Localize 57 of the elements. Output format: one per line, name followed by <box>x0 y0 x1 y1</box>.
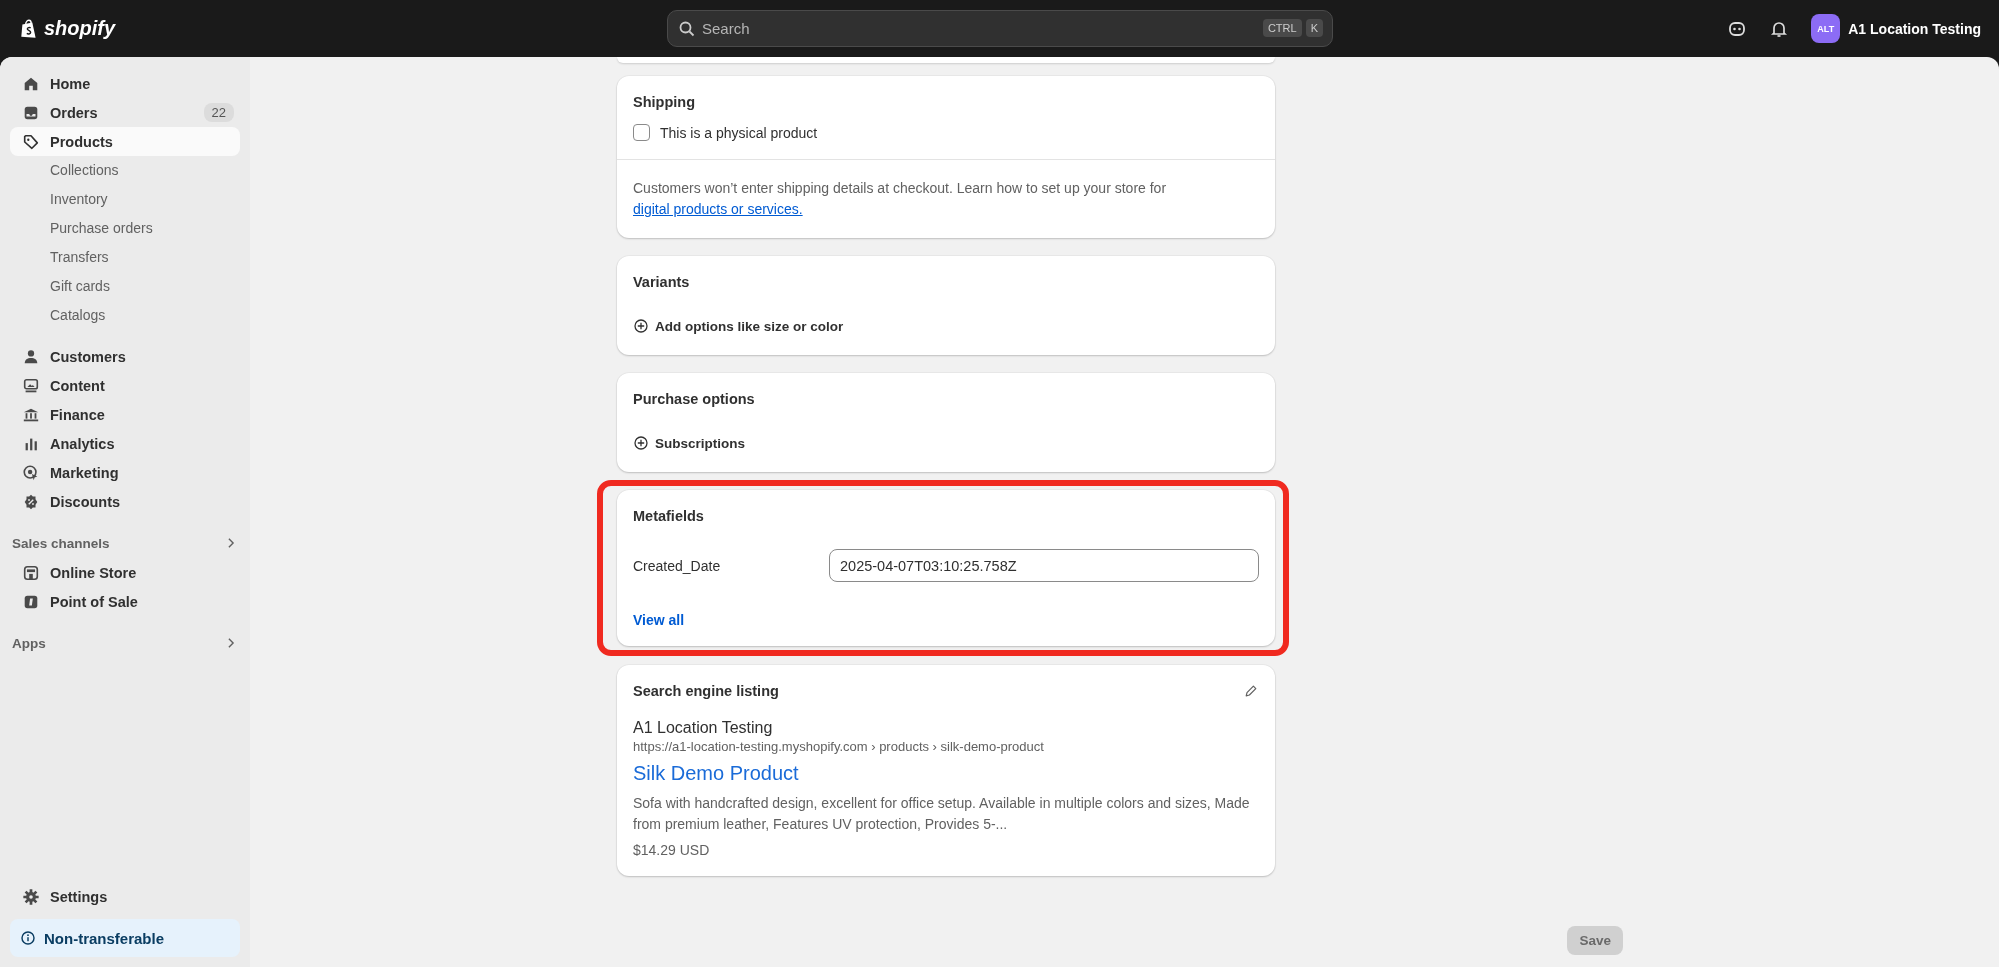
nav-item[interactable]: Customers <box>10 342 240 371</box>
nav-item[interactable]: Home <box>10 69 240 98</box>
nav-item[interactable]: Content <box>10 371 240 400</box>
field-label: Created_Date <box>633 557 722 574</box>
metafield-input[interactable]: 2025-04-07T03:10:25.758Z <box>829 549 1259 582</box>
nav-item[interactable]: Marketing <box>10 458 240 487</box>
nav-item[interactable]: Online Store <box>10 558 240 587</box>
meta-description: Sofa with handcrafted design, excellent for office setup. Available in multiple colors and sizes, Made from premium leather, Features UV protection, Provides 5-... <box>633 794 1251 834</box>
nav-subitem[interactable]: Catalogs <box>10 301 240 330</box>
nav-subitem[interactable]: Inventory <box>10 185 240 214</box>
section-heading[interactable]: Apps <box>12 635 46 651</box>
count-badge: 22 <box>203 103 234 122</box>
nav-item[interactable]: Point of Sale <box>10 587 240 616</box>
checkbox-label[interactable]: This is a physical product <box>660 124 818 141</box>
nav-subitem[interactable]: Transfers <box>10 243 240 272</box>
person-icon <box>22 347 40 366</box>
card-title: Purchase options <box>633 391 756 407</box>
nav-item[interactable]: Discounts <box>10 487 240 516</box>
plus-circle-icon <box>633 435 649 451</box>
add-option-button[interactable]: Subscriptions <box>633 435 745 451</box>
page-url: https://a1-location-testing.myshopify.com › products › silk-demo-product <box>633 739 1045 754</box>
card-title: Shipping <box>633 94 696 110</box>
nav-subitem[interactable]: Gift cards <box>10 272 240 301</box>
settings-icon <box>22 887 40 906</box>
store-icon <box>22 563 40 582</box>
nav-item[interactable]: Orders 22 <box>10 98 240 127</box>
nav-subitem[interactable]: Collections <box>10 156 240 185</box>
info-icon <box>20 930 36 946</box>
checkbox[interactable] <box>633 124 650 141</box>
search-icon <box>677 19 697 39</box>
nav-item[interactable]: Finance <box>10 400 240 429</box>
card-title: Variants <box>633 274 691 290</box>
notice-text: Non-transferable <box>44 929 165 947</box>
discount-icon <box>22 492 40 511</box>
help-link[interactable]: digital products or services. <box>633 201 803 217</box>
product-price: $14.29 USD <box>633 842 711 858</box>
store-name: A1 Location Testing <box>633 719 774 737</box>
logo-text: shopify <box>44 17 116 40</box>
add-option-button[interactable]: Add options like size or color <box>633 318 844 334</box>
pencil-icon[interactable] <box>1243 683 1259 699</box>
nav-subitem[interactable]: Purchase orders <box>10 214 240 243</box>
view-all-link[interactable]: View all <box>633 612 685 628</box>
store-name[interactable]: A1 Location Testing <box>1848 20 1981 37</box>
help-text: Customers won’t enter shipping details at checkout. Learn how to set up your store for digital products or services. <box>633 179 1168 219</box>
shortcut-key: CTRL <box>1262 19 1302 37</box>
card-title: Search engine listing <box>633 683 779 699</box>
section-heading[interactable]: Sales channels <box>12 535 110 551</box>
settings-item[interactable]: Settings <box>10 882 240 911</box>
card-title: Metafields <box>633 508 705 524</box>
nav-item[interactable]: Products <box>10 127 240 156</box>
store-avatar[interactable]: ALT <box>1811 14 1841 43</box>
tag-icon <box>22 132 40 151</box>
plus-circle-icon <box>633 318 649 334</box>
nav-item[interactable]: Analytics <box>10 429 240 458</box>
page-title: Silk Demo Product <box>633 762 800 785</box>
target-icon <box>22 463 40 482</box>
image-icon <box>22 376 40 395</box>
